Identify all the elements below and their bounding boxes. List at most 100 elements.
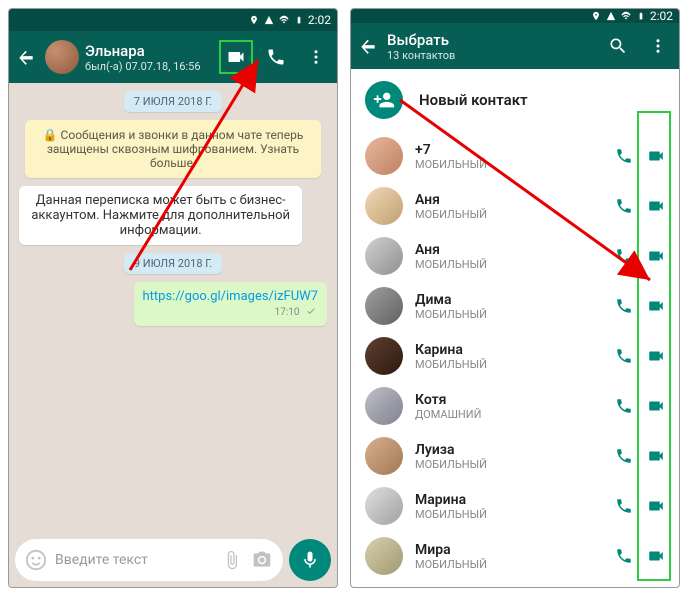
contact-avatar	[365, 237, 403, 275]
contact-avatar	[365, 187, 403, 225]
video-call-icon[interactable]	[647, 297, 665, 315]
contact-name: Марина	[415, 492, 603, 508]
new-contact-button[interactable]: Новый контакт	[351, 69, 679, 131]
chat-header: Эльнара был(-а) 07.07.18, 16:56	[9, 31, 337, 83]
voice-call-icon[interactable]	[615, 497, 633, 515]
video-call-icon[interactable]	[647, 247, 665, 265]
contact-type: МОБИЛЬНЫЙ	[415, 258, 603, 271]
contact-type: МОБИЛЬНЫЙ	[415, 158, 603, 171]
status-time: 2:02	[308, 13, 331, 27]
video-call-icon[interactable]	[647, 397, 665, 415]
business-notice[interactable]: Данная переписка может быть с бизнес-акк…	[19, 186, 302, 245]
contacts-screen: 2:02 Выбрать 13 контактов Новый контакт …	[350, 8, 680, 588]
contact-avatar	[365, 587, 403, 588]
contact-row[interactable]: Разия МОБИЛЬНЫЙ	[351, 581, 679, 588]
video-call-icon[interactable]	[647, 497, 665, 515]
contact-row[interactable]: Луиза МОБИЛЬНЫЙ	[351, 431, 679, 481]
message-link[interactable]: https://goo.gl/images/izFUW7	[143, 289, 318, 304]
attach-icon[interactable]	[221, 549, 243, 571]
status-bar: 2:02	[9, 9, 337, 31]
contact-row[interactable]: Дима МОБИЛЬНЫЙ	[351, 281, 679, 331]
contact-name: Мира	[415, 542, 603, 558]
encryption-notice[interactable]: 🔒 Сообщения и звонки в данном чате тепер…	[25, 120, 321, 178]
contact-name: Аня	[415, 242, 603, 258]
contact-row[interactable]: Карина МОБИЛЬНЫЙ	[351, 331, 679, 381]
contacts-list: +7 МОБИЛЬНЫЙ Аня МОБИЛЬНЫЙ Аня	[351, 131, 679, 588]
voice-call-button[interactable]	[259, 40, 293, 74]
contact-avatar	[365, 137, 403, 175]
contact-info: +7 МОБИЛЬНЫЙ	[415, 142, 603, 171]
menu-button[interactable]	[299, 40, 333, 74]
contact-name: Дима	[415, 292, 603, 308]
contact-avatar[interactable]	[45, 40, 79, 74]
contact-actions	[615, 247, 665, 265]
voice-call-icon[interactable]	[615, 347, 633, 365]
contact-info: Луиза МОБИЛЬНЫЙ	[415, 442, 603, 471]
chat-title: Эльнара	[85, 42, 213, 60]
contact-actions	[615, 147, 665, 165]
location-icon	[590, 10, 602, 22]
battery-icon	[635, 10, 647, 22]
business-notice-text: Данная переписка может быть с бизнес-акк…	[28, 193, 293, 238]
contact-avatar	[365, 287, 403, 325]
contact-actions	[615, 297, 665, 315]
voice-call-icon[interactable]	[615, 547, 633, 565]
contact-row[interactable]: +7 МОБИЛЬНЫЙ	[351, 131, 679, 181]
back-button[interactable]	[355, 36, 381, 56]
contacts-header: Выбрать 13 контактов	[351, 23, 679, 69]
header-title-block: Выбрать 13 контактов	[387, 31, 595, 62]
status-time: 2:02	[650, 9, 673, 23]
contact-type: ДОМАШНИЙ	[415, 408, 603, 421]
contact-info: Аня МОБИЛЬНЫЙ	[415, 242, 603, 271]
contact-name: Луиза	[415, 442, 603, 458]
voice-call-icon[interactable]	[615, 147, 633, 165]
message-time: 17:10	[143, 306, 318, 319]
message-input[interactable]: Введите текст	[15, 539, 283, 581]
add-contact-icon	[365, 81, 403, 119]
video-call-icon[interactable]	[647, 347, 665, 365]
video-call-icon[interactable]	[647, 547, 665, 565]
menu-button[interactable]	[641, 29, 675, 63]
contact-row[interactable]: Котя ДОМАШНИЙ	[351, 381, 679, 431]
contact-row[interactable]: Марина МОБИЛЬНЫЙ	[351, 481, 679, 531]
back-button[interactable]	[13, 47, 39, 67]
video-call-button[interactable]	[219, 40, 253, 74]
contact-actions	[615, 497, 665, 515]
chat-title-block[interactable]: Эльнара был(-а) 07.07.18, 16:56	[85, 42, 213, 73]
chat-body: 7 ИЮЛЯ 2018 Г. 🔒 Сообщения и звонки в да…	[9, 83, 337, 533]
voice-call-icon[interactable]	[615, 247, 633, 265]
input-placeholder: Введите текст	[55, 552, 213, 568]
contact-row[interactable]: Мира МОБИЛЬНЫЙ	[351, 531, 679, 581]
message-bubble[interactable]: https://goo.gl/images/izFUW7 17:10	[134, 282, 327, 326]
contact-type: МОБИЛЬНЫЙ	[415, 308, 603, 321]
contact-row[interactable]: Аня МОБИЛЬНЫЙ	[351, 181, 679, 231]
contact-actions	[615, 347, 665, 365]
camera-icon[interactable]	[251, 549, 273, 571]
contact-avatar	[365, 437, 403, 475]
contact-actions	[615, 547, 665, 565]
voice-call-icon[interactable]	[615, 197, 633, 215]
search-button[interactable]	[601, 29, 635, 63]
location-icon	[248, 14, 260, 26]
voice-record-button[interactable]	[289, 539, 331, 581]
voice-call-icon[interactable]	[615, 447, 633, 465]
signal-icon	[263, 14, 275, 26]
contact-row[interactable]: Аня МОБИЛЬНЫЙ	[351, 231, 679, 281]
contact-info: Карина МОБИЛЬНЫЙ	[415, 342, 603, 371]
emoji-icon[interactable]	[25, 549, 47, 571]
contact-name: Аня	[415, 192, 603, 208]
contact-info: Марина МОБИЛЬНЫЙ	[415, 492, 603, 521]
video-call-icon[interactable]	[647, 197, 665, 215]
date-separator: 7 ИЮЛЯ 2018 Г.	[124, 91, 222, 112]
contact-name: Котя	[415, 392, 603, 408]
voice-call-icon[interactable]	[615, 397, 633, 415]
video-call-icon[interactable]	[647, 447, 665, 465]
contact-type: МОБИЛЬНЫЙ	[415, 558, 603, 571]
status-bar: 2:02	[351, 9, 679, 23]
voice-call-icon[interactable]	[615, 297, 633, 315]
contact-avatar	[365, 337, 403, 375]
contact-info: Дима МОБИЛЬНЫЙ	[415, 292, 603, 321]
contact-info: Котя ДОМАШНИЙ	[415, 392, 603, 421]
video-call-icon[interactable]	[647, 147, 665, 165]
chat-screen: 2:02 Эльнара был(-а) 07.07.18, 16:56 7 И…	[8, 8, 338, 588]
